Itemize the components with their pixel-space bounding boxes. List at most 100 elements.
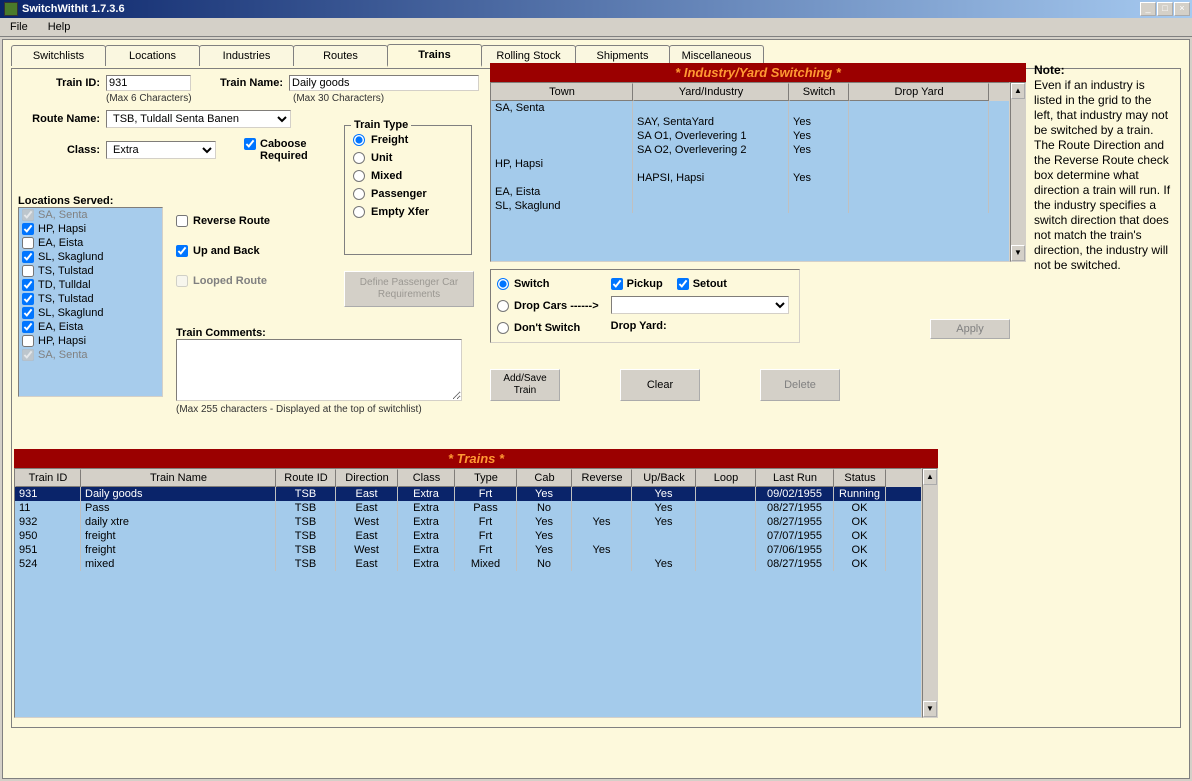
train-row[interactable]: 932daily xtreTSBWestExtraFrtYesYesYes08/…: [15, 515, 921, 529]
location-checkbox[interactable]: [22, 265, 34, 277]
switching-row[interactable]: EA, Eista: [491, 185, 1009, 199]
class-select[interactable]: Extra: [106, 141, 216, 159]
locations-listbox[interactable]: SA, SentaHP, HapsiEA, EistaSL, SkaglundT…: [18, 207, 163, 397]
location-checkbox[interactable]: [22, 335, 34, 347]
locations-served-label: Locations Served:: [18, 195, 113, 207]
train-name-label: Train Name:: [203, 77, 283, 89]
tcol-rev[interactable]: Reverse: [572, 469, 632, 487]
location-item[interactable]: TD, Tulldal: [19, 278, 162, 292]
tcol-last[interactable]: Last Run: [756, 469, 834, 487]
scroll-down-icon[interactable]: ▼: [1011, 245, 1025, 261]
location-checkbox[interactable]: [22, 223, 34, 235]
switching-grid-scrollbar[interactable]: ▲ ▼: [1010, 82, 1026, 262]
tcol-loop[interactable]: Loop: [696, 469, 756, 487]
tab-industries[interactable]: Industries: [199, 45, 294, 66]
switching-row[interactable]: HP, Hapsi: [491, 157, 1009, 171]
pickup-checkbox[interactable]: [611, 278, 623, 290]
reverse-route-checkbox[interactable]: [176, 215, 188, 227]
tcol-route[interactable]: Route ID: [276, 469, 336, 487]
switching-row[interactable]: HAPSI, HapsiYes: [491, 171, 1009, 185]
tcol-cab[interactable]: Cab: [517, 469, 572, 487]
col-switch[interactable]: Switch: [789, 83, 849, 101]
location-item[interactable]: SL, Skaglund: [19, 250, 162, 264]
note-body: Even if an industry is listed in the gri…: [1034, 78, 1172, 273]
add-save-button[interactable]: Add/Save Train: [490, 369, 560, 401]
class-label: Class:: [18, 144, 100, 156]
menu-file[interactable]: File: [6, 20, 32, 34]
location-item[interactable]: EA, Eista: [19, 236, 162, 250]
tab-routes[interactable]: Routes: [293, 45, 388, 66]
train-row[interactable]: 11PassTSBEastExtraPassNoYes08/27/1955OK: [15, 501, 921, 515]
switching-row[interactable]: SL, Skaglund: [491, 199, 1009, 213]
train-row[interactable]: 950freightTSBEastExtraFrtYes07/07/1955OK: [15, 529, 921, 543]
location-checkbox[interactable]: [22, 237, 34, 249]
tcol-class[interactable]: Class: [398, 469, 455, 487]
drop-yard-label: Drop Yard:: [611, 320, 789, 332]
train-type-mixed[interactable]: [353, 170, 365, 182]
maximize-button[interactable]: □: [1157, 2, 1173, 16]
trains-grid-body[interactable]: 931Daily goodsTSBEastExtraFrtYesYes09/02…: [15, 487, 921, 717]
tcol-name[interactable]: Train Name: [81, 469, 276, 487]
tab-locations[interactable]: Locations: [105, 45, 200, 66]
col-town[interactable]: Town: [491, 83, 633, 101]
switch-radio[interactable]: [497, 278, 509, 290]
train-row[interactable]: 931Daily goodsTSBEastExtraFrtYesYes09/02…: [15, 487, 921, 501]
train-type-passenger[interactable]: [353, 188, 365, 200]
tcol-id[interactable]: Train ID: [15, 469, 81, 487]
train-row[interactable]: 524mixedTSBEastExtraMixedNoYes08/27/1955…: [15, 557, 921, 571]
up-and-back-checkbox[interactable]: [176, 245, 188, 257]
train-comments-label: Train Comments:: [176, 327, 266, 339]
tab-trains[interactable]: Trains: [387, 44, 482, 67]
scroll-up-icon[interactable]: ▲: [923, 469, 937, 485]
setout-checkbox[interactable]: [677, 278, 689, 290]
location-item[interactable]: SL, Skaglund: [19, 306, 162, 320]
train-id-input[interactable]: [106, 75, 191, 91]
location-item[interactable]: HP, Hapsi: [19, 334, 162, 348]
switching-row[interactable]: SA O2, Overlevering 2Yes: [491, 143, 1009, 157]
train-type-empty[interactable]: [353, 206, 365, 218]
tcol-ub[interactable]: Up/Back: [632, 469, 696, 487]
col-yard[interactable]: Yard/Industry: [633, 83, 789, 101]
menu-help[interactable]: Help: [44, 20, 75, 34]
location-item[interactable]: EA, Eista: [19, 320, 162, 334]
tcol-type[interactable]: Type: [455, 469, 517, 487]
tcol-status[interactable]: Status: [834, 469, 886, 487]
tab-switchlists[interactable]: Switchlists: [11, 45, 106, 66]
location-checkbox[interactable]: [22, 293, 34, 305]
train-type-unit[interactable]: [353, 152, 365, 164]
route-name-select[interactable]: TSB, Tuldall Senta Banen: [106, 110, 291, 128]
location-item[interactable]: SA, Senta: [19, 208, 162, 222]
location-item[interactable]: HP, Hapsi: [19, 222, 162, 236]
location-item[interactable]: TS, Tulstad: [19, 264, 162, 278]
switching-row[interactable]: SAY, SentaYardYes: [491, 115, 1009, 129]
location-item[interactable]: SA, Senta: [19, 348, 162, 362]
location-checkbox[interactable]: [22, 307, 34, 319]
location-item[interactable]: TS, Tulstad: [19, 292, 162, 306]
switching-row[interactable]: SA O1, Overlevering 1Yes: [491, 129, 1009, 143]
drop-cars-select[interactable]: [611, 296, 789, 314]
location-checkbox: [22, 349, 34, 361]
train-type-freight[interactable]: [353, 134, 365, 146]
scroll-down-icon[interactable]: ▼: [923, 701, 937, 717]
clear-button[interactable]: Clear: [620, 369, 700, 401]
train-comments-textarea[interactable]: [176, 339, 462, 401]
location-checkbox[interactable]: [22, 321, 34, 333]
train-name-input[interactable]: [289, 75, 479, 91]
tcol-dir[interactable]: Direction: [336, 469, 398, 487]
location-checkbox[interactable]: [22, 251, 34, 263]
dont-switch-radio[interactable]: [497, 322, 509, 334]
switching-row[interactable]: SA, Senta: [491, 101, 1009, 115]
switching-grid-body[interactable]: SA, SentaSAY, SentaYardYesSA O1, Overlev…: [491, 101, 1009, 261]
close-button[interactable]: ×: [1174, 2, 1190, 16]
train-id-label: Train ID:: [18, 77, 100, 89]
scroll-up-icon[interactable]: ▲: [1011, 83, 1025, 99]
menu-bar: File Help: [0, 18, 1192, 37]
train-row[interactable]: 951freightTSBWestExtraFrtYesYes07/06/195…: [15, 543, 921, 557]
drop-cars-radio[interactable]: [497, 300, 509, 312]
trains-grid-scrollbar[interactable]: ▲ ▼: [922, 468, 938, 718]
col-drop[interactable]: Drop Yard: [849, 83, 989, 101]
location-checkbox: [22, 209, 34, 221]
location-checkbox[interactable]: [22, 279, 34, 291]
caboose-checkbox[interactable]: [244, 138, 256, 150]
minimize-button[interactable]: _: [1140, 2, 1156, 16]
